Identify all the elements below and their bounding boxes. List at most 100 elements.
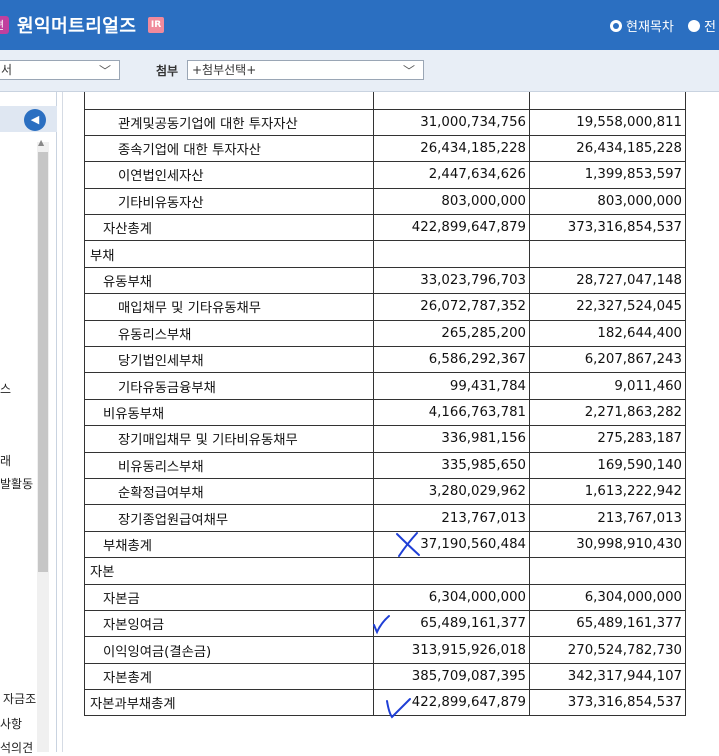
prior-period-value: 22,327,524,045 — [529, 293, 686, 321]
radio-unchecked-icon[interactable] — [688, 20, 700, 32]
prior-period-value: 6,304,000,000 — [529, 583, 686, 611]
table-row: 자본금 6,304,000,000 6,304,000,000 — [84, 583, 686, 611]
row-label: 비유동리스부채 — [84, 451, 374, 479]
left-tab-badge-label: 편 — [0, 17, 4, 33]
prior-period-value: 1,613,222,942 — [529, 477, 686, 506]
collapse-sidebar-button[interactable]: ◀ — [24, 109, 46, 131]
current-period-value — [373, 557, 530, 585]
table-row: 자본과부채총계 422,899,647,879 373,316,854,537 — [84, 689, 686, 717]
table-row: 비유동부채 4,166,763,781 2,271,863,282 — [84, 398, 686, 427]
row-label: 부채총계 — [84, 530, 374, 559]
row-label: 당기법인세부채 — [84, 346, 374, 374]
table-row: 순확정급여부채 3,280,029,962 1,613,222,942 — [84, 477, 686, 506]
prior-period-value: 169,590,140 — [529, 451, 686, 479]
table-row: 기타유동금융부채 99,431,784 9,011,460 — [84, 372, 686, 400]
prior-period-value — [529, 92, 686, 110]
row-label — [84, 92, 374, 110]
current-period-value: 422,899,647,879 — [373, 214, 530, 242]
toolbar: 서 ﹀ 첨부 +첨부선택+ ﹀ — [0, 50, 719, 92]
toc-sidebar: ◀ ▲ 스 래 발활동 자금조 사항 석의견 — [0, 92, 57, 755]
table-row: 자본 — [84, 557, 686, 585]
sidebar-item-fragment[interactable]: 스 — [0, 380, 11, 397]
prior-period-value: 6,207,867,243 — [529, 346, 686, 374]
table-row: 자산총계 422,899,647,879 373,316,854,537 — [84, 214, 686, 242]
radio-all-label: 전 — [704, 20, 716, 35]
prior-period-value: 28,727,047,148 — [529, 266, 686, 295]
row-label: 순확정급여부채 — [84, 477, 374, 506]
current-period-value: 313,915,926,018 — [373, 636, 530, 664]
radio-checked-icon[interactable] — [610, 20, 622, 32]
chevron-left-icon: ◀ — [30, 113, 40, 126]
table-row: 이익잉여금(결손금) 313,915,926,018 270,524,782,730 — [84, 636, 686, 664]
attach-label: 첨부 — [156, 64, 179, 78]
sidebar-scroll-thumb[interactable] — [38, 152, 48, 572]
document-viewer: 관계및공동기업에 대한 투자자산 31,000,734,756 19,558,000… — [62, 92, 719, 752]
prior-period-value: 65,489,161,377 — [529, 609, 686, 638]
row-label: 장기종업원급여채무 — [84, 504, 374, 532]
prior-period-value: 30,998,910,430 — [529, 530, 686, 559]
financial-statement-table: 관계및공동기업에 대한 투자자산 31,000,734,756 19,558,000… — [84, 92, 686, 717]
prior-period-value: 182,644,400 — [529, 319, 686, 348]
company-title: 원익머트리얼즈 — [17, 16, 137, 37]
row-label: 기타유동금융부채 — [84, 372, 374, 400]
current-period-value: 385,709,087,395 — [373, 662, 530, 691]
prior-period-value: 19,558,000,811 — [529, 108, 686, 136]
prior-period-value — [529, 240, 686, 268]
prior-period-value: 342,317,944,107 — [529, 662, 686, 691]
document-select[interactable]: 서 ﹀ — [0, 60, 120, 80]
radio-current-label: 현재목차 — [626, 20, 674, 35]
table-row: 매입채무 및 기타유동채무 26,072,787,352 22,327,524,04… — [84, 293, 686, 321]
attach-select[interactable]: +첨부선택+ ﹀ — [187, 60, 424, 80]
row-label: 자본과부채총계 — [84, 689, 374, 717]
prior-period-value: 26,434,185,228 — [529, 134, 686, 163]
table-row — [84, 92, 686, 110]
table-row: 자본총계 385,709,087,395 342,317,944,107 — [84, 662, 686, 691]
left-tab-badge[interactable]: 편 — [0, 16, 9, 34]
table-row: 기타비유동자산 803,000,000 803,000,000 — [84, 187, 686, 216]
table-row: 당기법인세부채 6,586,292,367 6,207,867,243 — [84, 346, 686, 374]
ir-badge[interactable]: IR — [148, 17, 164, 33]
chevron-down-icon: ﹀ — [98, 64, 111, 78]
table-row: 자본잉여금 65,489,161,377 65,489,161,377 — [84, 609, 686, 638]
current-period-value: 3,280,029,962 — [373, 477, 530, 506]
current-period-value: 2,447,634,626 — [373, 161, 530, 189]
sidebar-item-fragment[interactable]: 래 — [0, 452, 11, 469]
row-label: 자본 — [84, 557, 374, 585]
sidebar-item-fragment[interactable]: 사항 — [0, 715, 22, 732]
current-period-value — [373, 92, 530, 110]
current-period-value: 31,000,734,756 — [373, 108, 530, 136]
row-label: 매입채무 및 기타유동채무 — [84, 293, 374, 321]
sidebar-item-fragment[interactable]: 발활동 — [0, 475, 33, 492]
table-row: 장기매입채무 및 기타비유동채무 336,981,156 275,283,187 — [84, 425, 686, 453]
scroll-up-icon[interactable]: ▲ — [38, 138, 44, 147]
table-row: 장기종업원급여채무 213,767,013 213,767,013 — [84, 504, 686, 532]
app-header: 편 원익머트리얼즈 IR 현재목차 전 — [0, 0, 719, 50]
row-label: 관계및공동기업에 대한 투자자산 — [84, 108, 374, 136]
sidebar-item-fragment[interactable]: 석의견 — [0, 739, 33, 756]
prior-period-value: 803,000,000 — [529, 187, 686, 216]
prior-period-value: 2,271,863,282 — [529, 398, 686, 427]
row-label: 이연법인세자산 — [84, 161, 374, 189]
prior-period-value: 1,399,853,597 — [529, 161, 686, 189]
radio-current-toc[interactable]: 현재목차 — [610, 16, 674, 35]
table-row: 유동리스부채 265,285,200 182,644,400 — [84, 319, 686, 348]
current-period-value: 26,072,787,352 — [373, 293, 530, 321]
current-period-value: 213,767,013 — [373, 504, 530, 532]
row-label: 이익잉여금(결손금) — [84, 636, 374, 664]
table-row: 부채총계 37,190,560,484 30,998,910,430 — [84, 530, 686, 559]
prior-period-value: 373,316,854,537 — [529, 214, 686, 242]
prior-period-value: 270,524,782,730 — [529, 636, 686, 664]
document-select-value: 서 — [1, 63, 13, 77]
radio-all-toc[interactable]: 전 — [688, 16, 716, 35]
prior-period-value: 373,316,854,537 — [529, 689, 686, 717]
row-label: 종속기업에 대한 투자자산 — [84, 134, 374, 163]
table-row: 유동부채 33,023,796,703 28,727,047,148 — [84, 266, 686, 295]
row-label: 유동리스부채 — [84, 319, 374, 348]
current-period-value: 803,000,000 — [373, 187, 530, 216]
sidebar-item-fragment[interactable]: 자금조 — [3, 690, 36, 707]
current-period-value: 33,023,796,703 — [373, 266, 530, 295]
current-period-value: 37,190,560,484 — [373, 530, 530, 559]
table-row: 부채 — [84, 240, 686, 268]
current-period-value — [373, 240, 530, 268]
current-period-value: 99,431,784 — [373, 372, 530, 400]
